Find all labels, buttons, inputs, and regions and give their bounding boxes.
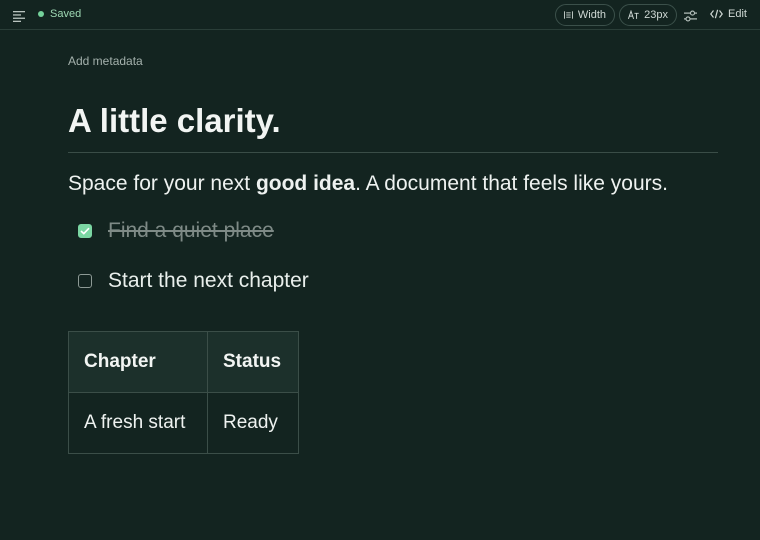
document-title[interactable]: A little clarity. (68, 101, 281, 141)
chapter-table: Chapter Status A fresh start Ready (68, 331, 299, 454)
task-checkbox-checked[interactable] (78, 224, 92, 238)
table-header-row: Chapter Status (68, 331, 299, 393)
table-header-cell[interactable]: Status (207, 331, 299, 393)
task-checkbox-unchecked[interactable] (78, 274, 92, 288)
font-size-label: 23px (644, 9, 668, 21)
width-icon (564, 11, 573, 19)
task-item: Start the next chapter (78, 268, 309, 294)
paragraph-text-end: . A document that feels like yours. (355, 172, 668, 195)
task-label[interactable]: Find a quiet place (108, 218, 274, 244)
task-label[interactable]: Start the next chapter (108, 268, 309, 294)
table-row: A fresh start Ready (68, 392, 299, 454)
font-size-icon (628, 10, 639, 20)
checkmark-icon (80, 227, 90, 235)
code-icon (710, 9, 723, 19)
body-paragraph[interactable]: Space for your next good idea. A documen… (68, 171, 668, 197)
menu-icon[interactable] (13, 9, 25, 22)
table-cell[interactable]: Ready (207, 392, 299, 454)
edit-label: Edit (728, 8, 747, 20)
edit-button[interactable]: Edit (710, 8, 747, 20)
font-size-button[interactable]: 23px (619, 4, 677, 26)
width-button[interactable]: Width (555, 4, 615, 26)
table-cell[interactable]: A fresh start (68, 392, 208, 454)
title-divider (68, 152, 718, 153)
paragraph-text-start: Space for your next (68, 172, 256, 195)
width-label: Width (577, 9, 606, 21)
add-metadata-link[interactable]: Add metadata (68, 54, 143, 68)
top-toolbar: Saved Width 23px Edit (0, 0, 760, 30)
table-header-cell[interactable]: Chapter (68, 331, 208, 393)
saved-label: Saved (50, 8, 82, 20)
sliders-icon[interactable] (684, 9, 697, 22)
save-status: Saved (38, 8, 81, 20)
task-item: Find a quiet place (78, 218, 274, 244)
saved-dot-icon (38, 11, 44, 17)
paragraph-bold-text: good idea (255, 172, 356, 195)
